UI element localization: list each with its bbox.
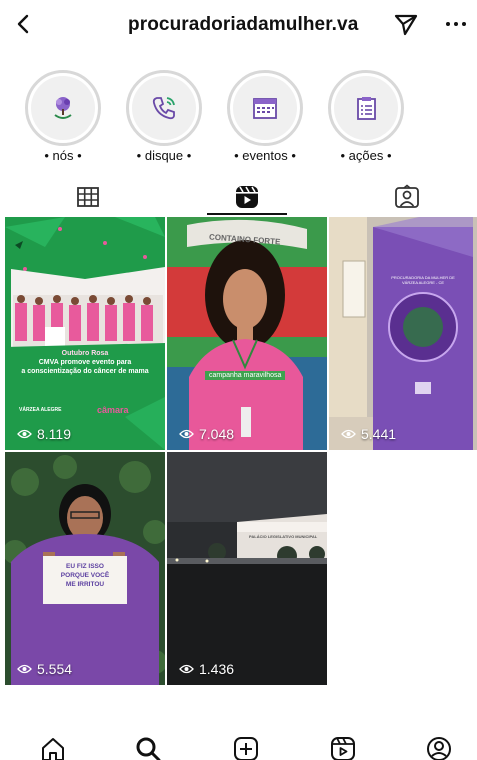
reel-image xyxy=(167,217,327,450)
highlight-acoes[interactable]: • ações • xyxy=(321,70,411,163)
eye-icon xyxy=(17,429,32,439)
highlight-label: • eventos • xyxy=(234,148,296,163)
reel-image xyxy=(167,452,327,685)
home-icon[interactable] xyxy=(40,736,66,760)
highlight-ring xyxy=(227,70,303,146)
search-icon[interactable] xyxy=(135,736,161,760)
send-message-icon[interactable] xyxy=(393,12,419,38)
bottom-navigation xyxy=(0,724,477,760)
more-options-icon[interactable] xyxy=(444,12,468,36)
eye-icon xyxy=(341,429,356,439)
reel-thumbnail[interactable]: PROCURADORIA DA MULHER DE VÁRZEA ALEGRE … xyxy=(329,217,477,450)
top-bar: procuradoriadamulher.va xyxy=(0,0,477,48)
reels-icon xyxy=(235,186,258,208)
clipboard-icon xyxy=(357,97,376,120)
reel-thumbnail[interactable]: Outubro Rosa CMVA promove evento para a … xyxy=(5,217,165,450)
reel-view-count: 5.554 xyxy=(17,661,72,677)
reel-logo-right: câmara xyxy=(97,405,129,415)
reel-image xyxy=(5,217,165,450)
calendar-icon xyxy=(253,98,277,119)
tagged-person-icon xyxy=(394,184,419,208)
reel-sign-text: EU FIZ ISSO PORQUE VOCÊ ME IRRITOU xyxy=(60,563,110,588)
highlight-ring xyxy=(328,70,404,146)
tab-reels[interactable] xyxy=(167,178,326,216)
tab-grid[interactable] xyxy=(8,178,167,216)
reel-thumbnail[interactable]: EU FIZ ISSO PORQUE VOCÊ ME IRRITOU 5.554 xyxy=(5,452,165,685)
highlight-eventos[interactable]: • eventos • xyxy=(220,70,310,163)
reel-view-count: 7.048 xyxy=(179,426,234,442)
highlight-nos[interactable]: • nós • xyxy=(18,70,108,163)
reel-logo-left: VÁRZEA ALEGRE xyxy=(19,407,62,413)
reel-view-count: 8.119 xyxy=(17,426,71,442)
highlight-ring xyxy=(126,70,202,146)
grid-icon xyxy=(76,187,99,207)
profile-icon[interactable] xyxy=(426,736,452,760)
highlight-ring xyxy=(25,70,101,146)
reel-caption: Outubro Rosa CMVA promove evento para a … xyxy=(21,350,149,375)
reel-thumbnail[interactable]: CONTAINO FORTE campanha maravilhosa 7.04… xyxy=(167,217,327,450)
reel-building-text: PALÁCIO LEGISLATIVO MUNICIPAL xyxy=(249,534,318,539)
highlight-label: • nós • xyxy=(44,148,82,163)
reel-view-count: 1.436 xyxy=(179,661,234,677)
phone-icon xyxy=(152,97,175,120)
reel-thumbnail[interactable]: PALÁCIO LEGISLATIVO MUNICIPAL 1.436 xyxy=(167,452,327,685)
create-post-icon[interactable] xyxy=(233,736,259,760)
highlight-label: • disque • xyxy=(136,148,192,163)
profile-username: procuradoriadamulher.va xyxy=(128,14,359,35)
eye-icon xyxy=(179,664,194,674)
reel-caption: campanha maravilhosa xyxy=(205,371,286,380)
story-highlights: • nós • • disque • • eventos • • ações • xyxy=(0,70,477,165)
highlight-disque[interactable]: • disque • xyxy=(119,70,209,163)
reels-nav-icon[interactable] xyxy=(330,736,356,760)
reel-door-text: PROCURADORIA DA MULHER DE VÁRZEA ALEGRE … xyxy=(391,275,455,285)
eye-icon xyxy=(17,664,32,674)
active-tab-indicator xyxy=(207,213,287,215)
eye-icon xyxy=(179,429,194,439)
tree-hands-icon xyxy=(54,97,72,119)
tab-tagged[interactable] xyxy=(327,178,477,216)
highlight-label: • ações • xyxy=(340,148,392,163)
profile-tabs xyxy=(0,178,477,216)
reel-view-count: 5.441 xyxy=(341,426,396,442)
back-arrow-icon[interactable] xyxy=(12,12,36,36)
